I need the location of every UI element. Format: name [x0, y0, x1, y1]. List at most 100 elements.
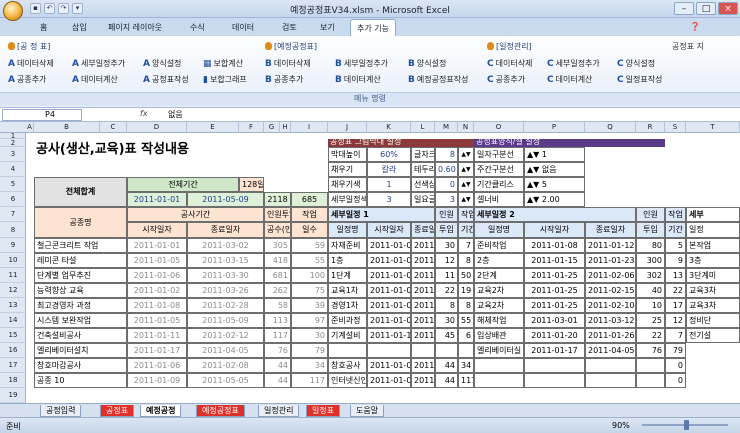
cmd-planned-add[interactable]: B 공종추가	[265, 74, 303, 85]
detail1-title[interactable]: 세부일정 1	[328, 207, 435, 222]
column-header[interactable]: B	[34, 122, 100, 133]
detail1-days[interactable]: 117	[458, 373, 474, 388]
detail2-name[interactable]: 교육2차	[474, 298, 524, 313]
detail1-days[interactable]: 19	[458, 283, 474, 298]
detail1-h-end[interactable]: 종료일자	[411, 222, 435, 238]
settings1-value[interactable]: 0	[435, 177, 458, 192]
column-header[interactable]: L	[411, 122, 435, 133]
detail1-end[interactable]: 2011-02-24	[411, 268, 435, 283]
maximize-button[interactable]: □	[696, 2, 716, 15]
formula-input[interactable]: 없음	[168, 109, 183, 120]
detail2-h-days[interactable]: 기간	[665, 222, 686, 238]
detail2-input[interactable]: 80	[636, 238, 665, 253]
detail1-h-input2[interactable]: 투입	[435, 222, 458, 238]
row-header[interactable]: 17	[0, 358, 26, 373]
detail2-start[interactable]: 2011-01-25	[524, 268, 585, 283]
settings1-label[interactable]: 채우기색	[328, 177, 367, 192]
detail2-name[interactable]: 입상배관	[474, 328, 524, 343]
task-name[interactable]: 창호마감공사	[34, 358, 127, 373]
detail2-end[interactable]: 2011-01-26	[585, 328, 636, 343]
header-end[interactable]: 종료일자	[187, 222, 264, 238]
detail1-days[interactable]: 8	[458, 298, 474, 313]
total-start[interactable]: 2011-01-01	[127, 192, 187, 207]
sheet-tab[interactable]: 일정관리	[258, 405, 300, 417]
detail1-input[interactable]: 44	[435, 358, 458, 373]
task-end[interactable]: 2011-03-15	[187, 253, 264, 268]
task-days[interactable]: 97	[291, 313, 328, 328]
close-button[interactable]: ×	[718, 2, 738, 15]
detail1-name[interactable]: 자재준비	[328, 238, 367, 253]
task-name[interactable]: 최고경영자 과정	[34, 298, 127, 313]
detail1-start[interactable]: 2011-01-05	[367, 253, 411, 268]
settings2-value[interactable]: ▲▼ 없음	[524, 162, 585, 177]
detail1-start[interactable]: 2011-01-11	[367, 328, 411, 343]
cmd-manage-make[interactable]: C 일정표작성	[617, 74, 662, 85]
detail2-days[interactable]: 79	[665, 343, 686, 358]
settings1-value[interactable]: 칼라	[367, 162, 411, 177]
detail2-input[interactable]: 10	[636, 298, 665, 313]
column-header[interactable]: C	[100, 122, 127, 133]
column-header[interactable]: I	[291, 122, 328, 133]
task-days[interactable]: 59	[291, 238, 328, 253]
detail1-days[interactable]: 6	[458, 328, 474, 343]
detail2-end[interactable]: 2011-02-06	[585, 268, 636, 283]
settings1-value[interactable]: 3	[367, 192, 411, 207]
task-days[interactable]: 75	[291, 283, 328, 298]
settings1-value[interactable]: 1	[367, 177, 411, 192]
settings2-label[interactable]: 기간클리스	[474, 177, 524, 192]
cmd-manage-add[interactable]: C 공종추가	[487, 74, 525, 85]
row-header[interactable]: 6	[0, 192, 26, 207]
detail1-name[interactable]: 인터넷신인업	[328, 373, 367, 388]
detail1-start[interactable]: 2011-01-09	[367, 373, 411, 388]
detail2-days[interactable]: 22	[665, 283, 686, 298]
row-header[interactable]: 10	[0, 253, 26, 268]
task-start[interactable]: 2011-01-02	[127, 283, 187, 298]
row-header[interactable]: 5	[0, 177, 26, 192]
detail1-start[interactable]: 2011-01-02	[367, 283, 411, 298]
task-count[interactable]: 681	[264, 268, 291, 283]
detail1-end[interactable]: 2011-02-28	[411, 313, 435, 328]
detail2-start[interactable]: 2011-01-25	[524, 283, 585, 298]
cmd-manage-delete[interactable]: C 데이터삭제	[487, 58, 532, 69]
row-header[interactable]: 14	[0, 313, 26, 328]
detail2-end[interactable]: 2011-03-12	[585, 313, 636, 328]
sheet-tab[interactable]: 일정표	[306, 405, 341, 417]
row-header[interactable]: 18	[0, 373, 26, 388]
tab-page-layout[interactable]: 페이지 레이아웃	[108, 22, 162, 33]
task-start[interactable]: 2011-01-06	[127, 358, 187, 373]
task-end[interactable]: 2011-04-05	[187, 343, 264, 358]
detail1-name[interactable]: 경영1차	[328, 298, 367, 313]
detail2-input[interactable]	[636, 373, 665, 388]
sheet-tab[interactable]: 도움말	[350, 405, 385, 417]
detail1-end[interactable]: 2011-01-12	[411, 253, 435, 268]
detail2-h-name[interactable]: 일정명	[474, 222, 524, 238]
cmd-planned-detail[interactable]: B 세부일정추가	[335, 58, 388, 69]
detail2-name[interactable]: 준비작업	[474, 238, 524, 253]
task-days[interactable]: 117	[291, 373, 328, 388]
header-start[interactable]: 시작일자	[127, 222, 187, 238]
column-header[interactable]: F	[239, 122, 264, 133]
task-days[interactable]: 30	[291, 328, 328, 343]
column-header[interactable]: E	[187, 122, 239, 133]
settings1-value[interactable]: 60%	[367, 147, 411, 162]
settings1-label[interactable]: 테두리선	[411, 162, 435, 177]
cmd-make-schedule[interactable]: A 공정표작성	[143, 74, 189, 85]
minimize-button[interactable]: –	[674, 2, 694, 15]
detail2-end[interactable]: 2011-01-23	[585, 253, 636, 268]
settings1-label[interactable]: 막대높이	[328, 147, 367, 162]
task-days[interactable]: 100	[291, 268, 328, 283]
settings2-label[interactable]: 셀너비	[474, 192, 524, 207]
cmd-add-detail[interactable]: A 세부일정추가	[72, 58, 125, 69]
detail3-cell[interactable]: 3층	[686, 253, 740, 268]
detail1-end[interactable]: 2011-01-15	[411, 298, 435, 313]
cmd-add-item[interactable]: A 공종추가	[8, 74, 46, 85]
column-header[interactable]: M	[435, 122, 458, 133]
settings1-label[interactable]: 글자크기	[411, 147, 435, 162]
tab-review[interactable]: 검토	[282, 22, 297, 33]
detail3-cell[interactable]: 세부	[686, 207, 740, 222]
detail2-days[interactable]: 17	[665, 298, 686, 313]
cmd-manage-detail[interactable]: C 세부일정추가	[547, 58, 600, 69]
detail2-end[interactable]: 2011-02-15	[585, 283, 636, 298]
cmd-calc-data[interactable]: A 데이터계산	[72, 74, 118, 85]
detail2-days[interactable]: 13	[665, 268, 686, 283]
